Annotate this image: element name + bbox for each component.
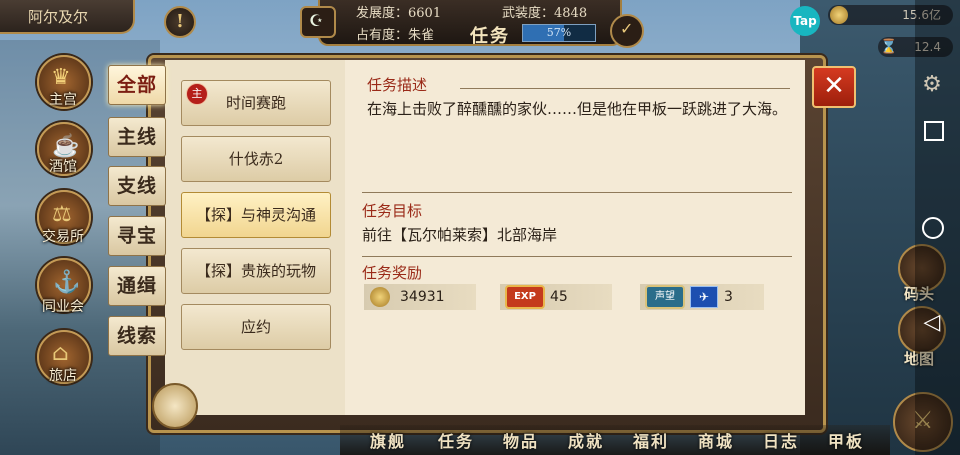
inn-label: 旅店 — [49, 368, 77, 384]
menu-deck[interactable]: 甲板 — [828, 428, 864, 452]
menu-items[interactable]: 物品 — [503, 428, 539, 452]
gear-icon[interactable]: ⚙ — [910, 72, 954, 97]
occupancy-progress-bar: 57% — [522, 24, 596, 42]
tavern-label: 酒馆 — [49, 159, 77, 175]
armament-stat: 武装度：4848 — [502, 6, 588, 21]
objective-text: 前往【瓦尔帕莱索】北部海岸 — [362, 226, 558, 244]
tab-main[interactable]: 主线 — [108, 117, 166, 157]
divider — [460, 88, 790, 89]
main-quest-badge: 主 — [186, 83, 208, 105]
back-triangle-icon[interactable]: ◁ — [918, 310, 946, 335]
task-item[interactable]: 什伐赤2 — [181, 136, 331, 182]
reputation-icon: 声望 — [645, 285, 685, 309]
tab-side[interactable]: 支线 — [108, 166, 166, 206]
close-icon[interactable]: ✕ — [812, 66, 856, 108]
hourglass-icon: ⌛ — [880, 39, 898, 55]
tab-treasure[interactable]: 寻宝 — [108, 216, 166, 256]
menu-shop[interactable]: 商城 — [698, 428, 734, 452]
reward-exp-value: 45 — [550, 289, 568, 305]
tap-logo-icon[interactable]: Tap — [790, 6, 820, 36]
city-name[interactable]: 阿尔及尔 — [0, 0, 135, 34]
task-item-selected[interactable]: 【探】与神灵沟通 — [181, 192, 331, 238]
menu-tasks[interactable]: 任务 — [438, 428, 474, 452]
occupancy-stat: 占有度：朱雀 — [356, 28, 435, 43]
crescent-flag-icon[interactable]: ☪ — [300, 6, 336, 38]
development-stat: 发展度：6601 — [356, 6, 442, 21]
menu-log[interactable]: 日志 — [763, 428, 799, 452]
exp-icon: EXP — [505, 285, 545, 309]
progress-text: 57% — [546, 26, 572, 39]
tab-wanted[interactable]: 通缉 — [108, 266, 166, 306]
gold-coin-icon — [830, 6, 848, 24]
menu-welfare[interactable]: 福利 — [633, 428, 669, 452]
tab-all[interactable]: 全部 — [108, 65, 166, 105]
objective-title: 任务目标 — [362, 202, 423, 220]
task-item[interactable]: 【探】贵族的玩物 — [181, 248, 331, 294]
divider — [362, 256, 792, 257]
recents-square-icon[interactable] — [924, 121, 944, 141]
crescent-icon: ☪ — [309, 11, 324, 30]
guild-label: 同业会 — [42, 299, 84, 315]
anchor-guild-icon: ⚓ — [53, 270, 81, 295]
bird-icon: ✈ — [690, 286, 718, 308]
exchange-label: 交易所 — [42, 229, 84, 245]
scales-icon: ⚖ — [52, 202, 72, 227]
menu-achievements[interactable]: 成就 — [568, 428, 604, 452]
alert-icon[interactable]: ! — [164, 6, 196, 38]
home-circle-icon[interactable] — [922, 217, 944, 239]
gold-coin-icon — [370, 287, 390, 307]
task-item[interactable]: 应约 — [181, 304, 331, 350]
compass-icon[interactable] — [152, 383, 198, 429]
description-title: 任务描述 — [367, 76, 428, 94]
chevron-down-icon[interactable]: ✓ — [610, 14, 644, 48]
reward-title: 任务奖励 — [362, 264, 423, 282]
panel-title: 任务 — [470, 26, 510, 47]
divider — [362, 192, 792, 193]
inn-icon: ⌂ — [52, 341, 69, 366]
description-text: 在海上击败了醉醺醺的家伙……但是他在甲板一跃跳进了大海。 — [367, 100, 788, 118]
palace-label: 主宫 — [49, 92, 77, 108]
reward-gold-value: 34931 — [400, 289, 445, 305]
tab-clue[interactable]: 线索 — [108, 316, 166, 356]
menu-flagship[interactable]: 旗舰 — [370, 428, 406, 452]
reward-reputation-value: 3 — [724, 289, 733, 305]
crown-icon: ♛ — [51, 65, 71, 90]
bottom-menu-bar — [340, 425, 890, 455]
